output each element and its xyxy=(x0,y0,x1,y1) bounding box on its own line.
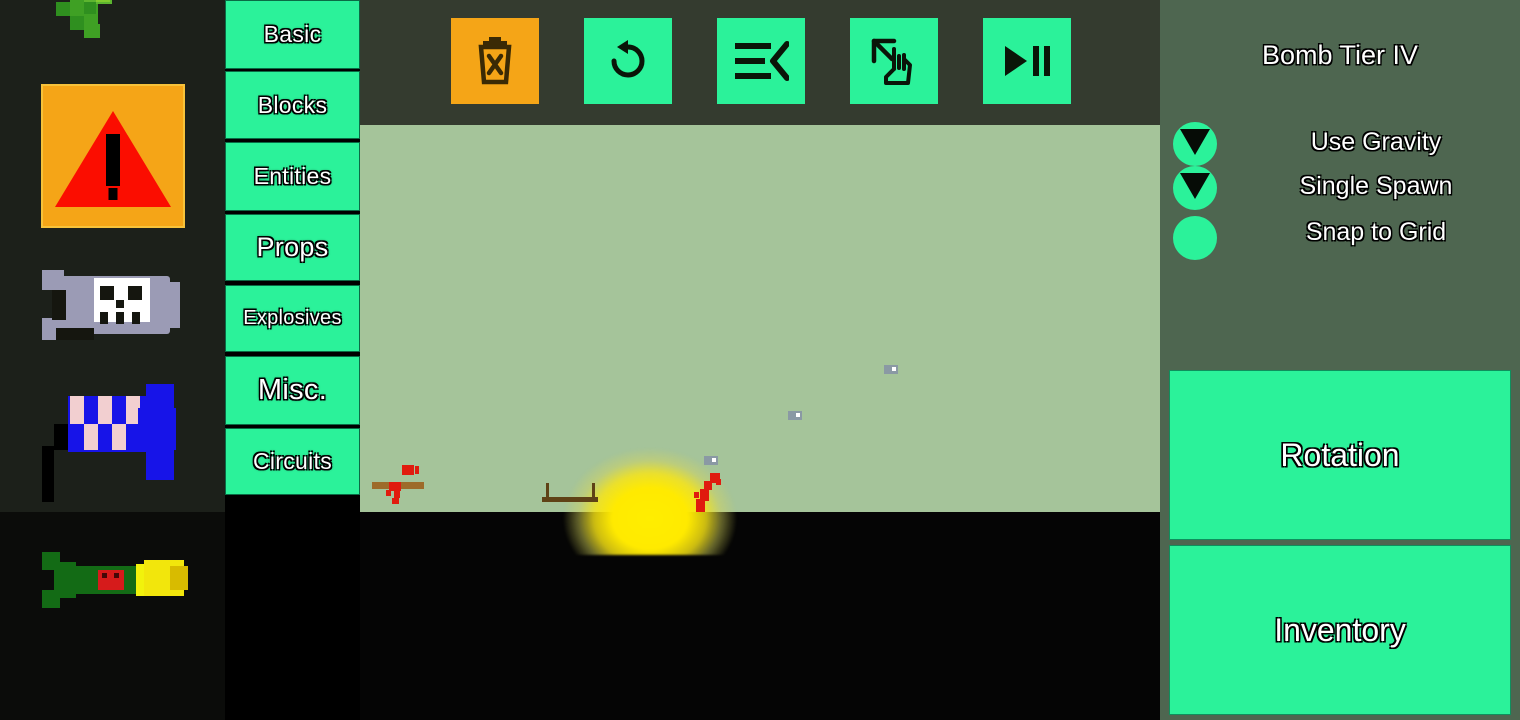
category-tab-label: Basic xyxy=(263,21,322,47)
exclamation-dot xyxy=(108,188,118,201)
ragdoll-left xyxy=(382,465,424,505)
toggle-single-spawn[interactable] xyxy=(1173,166,1217,210)
game-canvas[interactable] xyxy=(360,125,1160,720)
toggle-label-snap-to-grid: Snap to Grid xyxy=(1305,218,1447,246)
toggle-label-use-gravity: Use Gravity xyxy=(1310,128,1442,156)
app-root: Basic Blocks Entities Props Explosives M… xyxy=(0,0,1520,720)
category-tab-label: Explosives xyxy=(243,307,342,329)
striped-rocket-icon xyxy=(42,384,192,504)
undo-icon xyxy=(611,40,645,78)
palette-item-striped-rocket[interactable] xyxy=(0,384,225,504)
category-tab-label: Entities xyxy=(253,163,332,189)
category-tabs: Basic Blocks Entities Props Explosives M… xyxy=(225,0,360,720)
green-missile-icon xyxy=(42,552,192,612)
delete-button[interactable] xyxy=(451,18,539,104)
move-button[interactable] xyxy=(850,18,938,104)
toggle-row-single-spawn[interactable]: Single Spawn xyxy=(1160,166,1520,210)
category-tab-entities[interactable]: Entities xyxy=(225,142,360,211)
category-tab-label: Circuits xyxy=(252,448,333,474)
collapse-menu-button[interactable] xyxy=(717,18,805,104)
toggle-use-gravity[interactable] xyxy=(1173,122,1217,166)
grenade-green-icon xyxy=(38,0,188,46)
palette-item-green-missile[interactable] xyxy=(0,552,225,642)
item-palette xyxy=(0,0,225,720)
check-triangle-icon xyxy=(1180,129,1210,155)
toggle-snap-to-grid[interactable] xyxy=(1173,216,1217,260)
category-tab-label: Blocks xyxy=(257,91,328,118)
category-tab-props[interactable]: Props xyxy=(225,214,360,281)
play-pause-button[interactable] xyxy=(983,18,1071,104)
inventory-button-label: Inventory xyxy=(1274,611,1406,648)
toggle-row-snap-to-grid[interactable]: Snap to Grid xyxy=(1160,216,1520,260)
undo-button[interactable] xyxy=(584,18,672,104)
menu-left-icon xyxy=(735,41,789,81)
palette-item-skull-bomb[interactable] xyxy=(0,268,225,348)
category-tab-label: Misc. xyxy=(257,374,328,406)
category-tab-circuits[interactable]: Circuits xyxy=(225,428,360,495)
warning-sign-icon xyxy=(41,84,185,228)
category-tab-blocks[interactable]: Blocks xyxy=(225,71,360,139)
debris-2 xyxy=(788,411,802,420)
plank-center xyxy=(542,497,598,502)
inventory-button[interactable]: Inventory xyxy=(1169,545,1511,715)
rotation-button[interactable]: Rotation xyxy=(1169,370,1511,540)
category-tab-label: Props xyxy=(256,232,329,262)
toggle-label-single-spawn: Single Spawn xyxy=(1299,172,1453,200)
drag-hand-icon xyxy=(871,38,912,85)
palette-item-grenade-green[interactable] xyxy=(0,0,225,54)
ragdoll-right xyxy=(694,473,724,515)
rotation-button-label: Rotation xyxy=(1280,436,1400,473)
right-panel: Bomb Tier IV Use Gravity Single Spawn Sn… xyxy=(1160,0,1520,720)
plank-post-left xyxy=(546,483,549,499)
canvas-sky xyxy=(360,125,1160,512)
panel-title: Bomb Tier IV xyxy=(1261,40,1419,70)
debris-1 xyxy=(884,365,898,374)
skull-bomb-icon xyxy=(42,268,186,346)
trash-x-icon xyxy=(478,37,512,85)
debris-3 xyxy=(704,456,718,465)
palette-item-warning-sign[interactable] xyxy=(0,84,225,228)
plank-post-right xyxy=(592,483,595,499)
check-triangle-icon xyxy=(1180,173,1210,199)
category-tab-misc[interactable]: Misc. xyxy=(225,356,360,425)
category-tab-explosives[interactable]: Explosives xyxy=(225,285,360,352)
canvas-ground xyxy=(360,512,1160,720)
toolbar xyxy=(360,0,1160,125)
exclamation-bar xyxy=(106,133,120,186)
play-pause-icon xyxy=(1005,46,1050,76)
toggle-row-use-gravity[interactable]: Use Gravity xyxy=(1160,122,1520,166)
category-tab-basic[interactable]: Basic xyxy=(225,0,360,69)
